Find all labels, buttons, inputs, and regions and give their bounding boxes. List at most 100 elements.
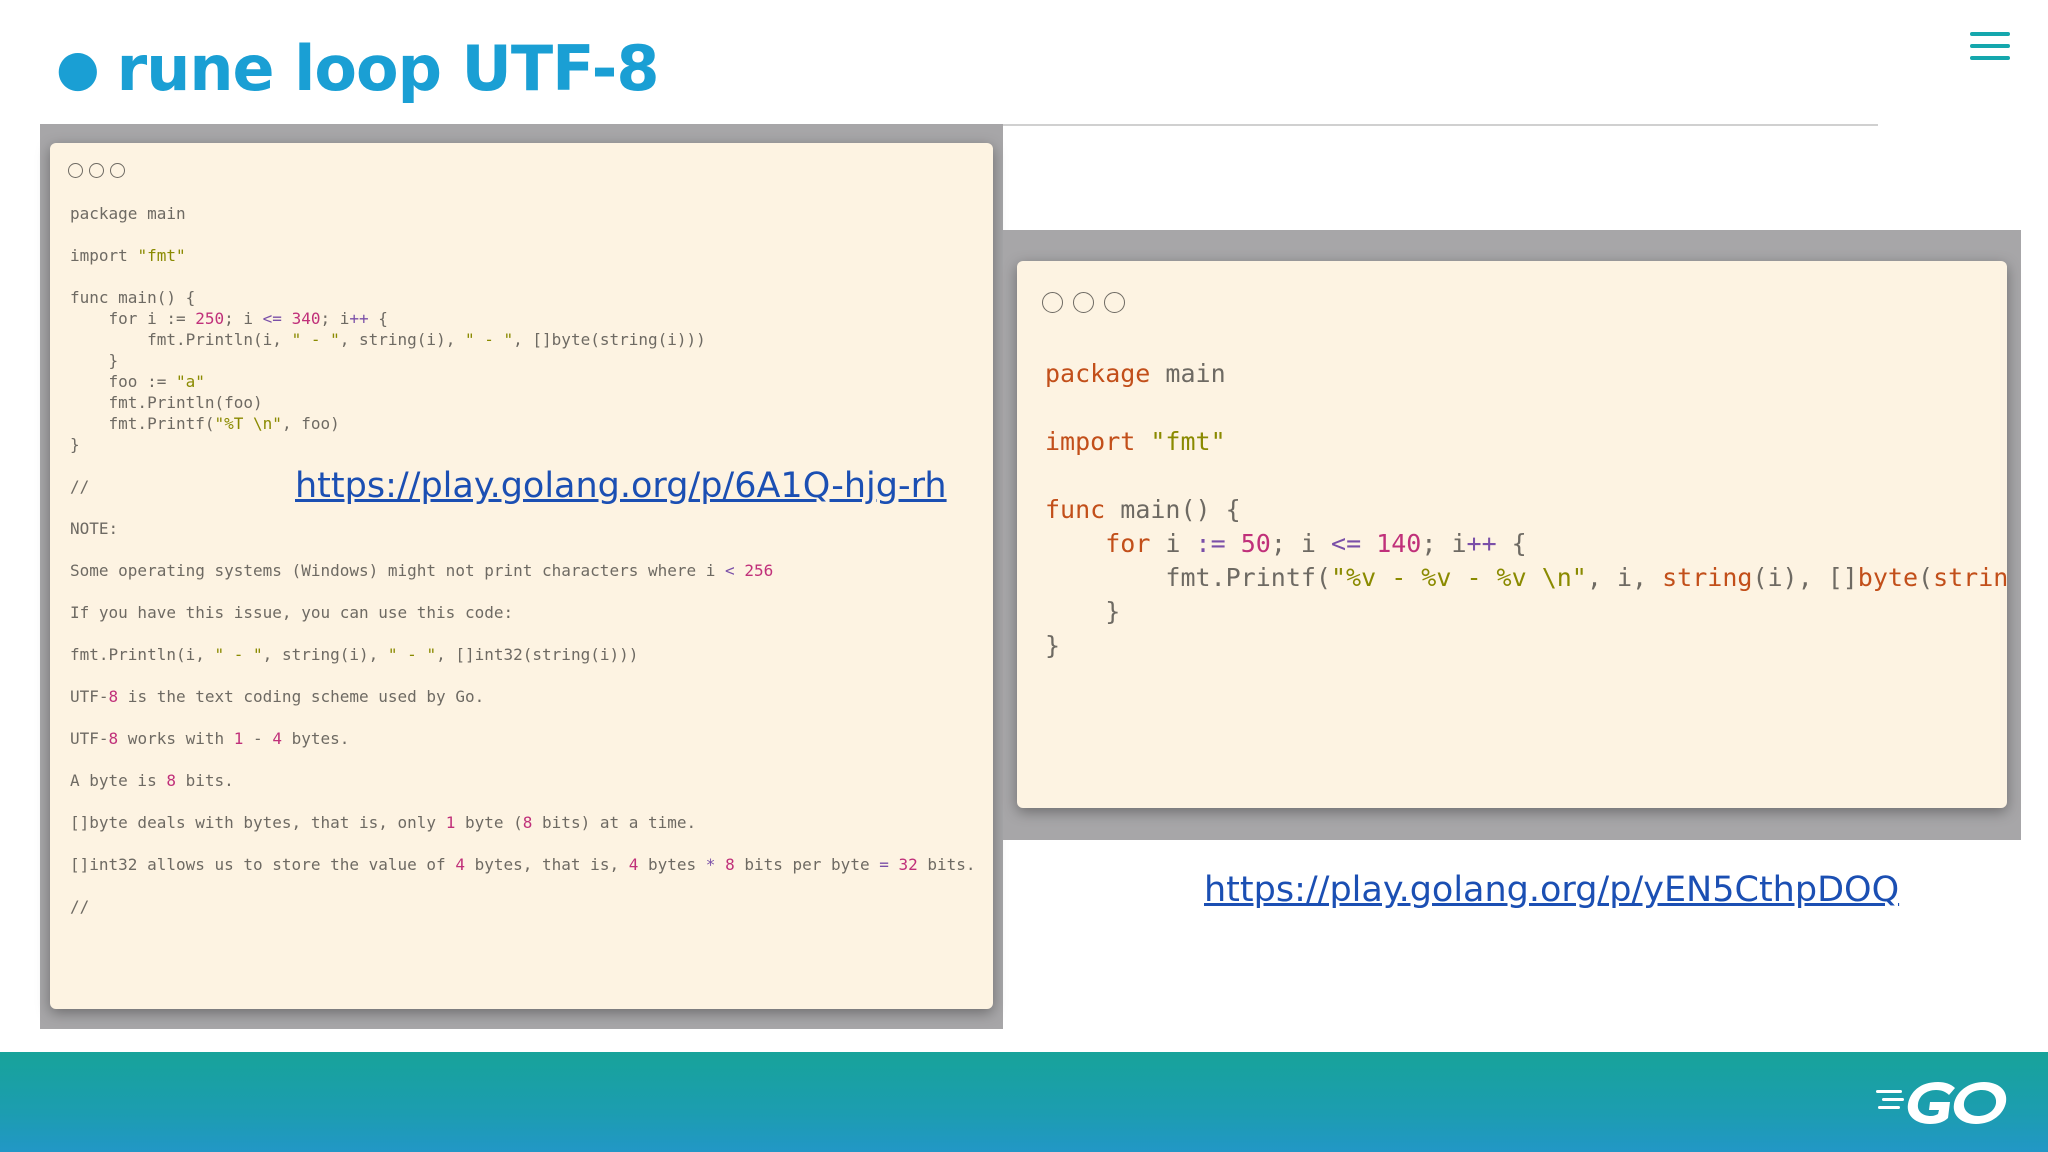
code-token: bits. (917, 855, 976, 874)
slide-title-text: rune loop UTF-8 (116, 31, 660, 105)
code-token: < (725, 561, 735, 580)
code-token: works with (118, 729, 234, 748)
code-token: []int32 allows us to store the value of (70, 855, 456, 874)
code-token: <= (262, 309, 282, 328)
code-line: A byte is 8 bits. (70, 770, 976, 791)
code-token: 8 (725, 855, 735, 874)
code-token: } (1045, 631, 1061, 660)
code-token: UTF- (70, 687, 109, 706)
code-token: // (70, 477, 90, 496)
code-token: bytes, that is, (464, 855, 629, 874)
footer-bar (0, 1052, 2048, 1152)
code-token: , string(i), (262, 645, 388, 664)
code-token: UTF- (70, 729, 109, 748)
code-token: { (1496, 529, 1527, 558)
code-token: If you have this issue, you can use this… (70, 603, 514, 622)
code-token: NOTE: (70, 519, 119, 538)
code-token: fmt.Println(i, (70, 645, 215, 664)
code-line: } (1045, 595, 2007, 629)
code-line: import "fmt" (70, 245, 976, 266)
code-token: fmt.Printf( (1045, 563, 1331, 592)
code-token: 8 (108, 687, 119, 706)
right-code-block: package main import "fmt" func main() { … (1045, 357, 2007, 663)
code-token: - (243, 729, 273, 748)
code-line: fmt.Println(foo) (70, 392, 976, 413)
code-token: for (1105, 529, 1151, 558)
code-token: , foo) (281, 414, 340, 433)
code-token: " - " (387, 645, 437, 664)
code-line: fmt.Println(i, " - ", string(i), " - ", … (70, 329, 976, 350)
code-token: bytes. (281, 729, 350, 748)
code-line: import "fmt" (1045, 425, 2007, 459)
code-token: package main (70, 204, 186, 223)
code-line: UTF-8 is the text coding scheme used by … (70, 686, 976, 707)
bullet-icon: ● (56, 39, 100, 97)
code-token: } (1045, 597, 1121, 626)
right-playground-link[interactable]: https://play.golang.org/p/yEN5CthpDOQ (1204, 870, 1899, 910)
code-token: <= (1331, 529, 1362, 558)
code-token: bits per byte (734, 855, 880, 874)
code-token: 4 (272, 729, 282, 748)
code-token: foo := (70, 372, 176, 391)
code-token: "fmt" (137, 246, 186, 265)
code-line: } (1045, 629, 2007, 663)
code-token: main() { (1105, 495, 1241, 524)
code-token: "fmt" (1150, 427, 1226, 456)
code-token: 340 (291, 309, 321, 328)
code-token: is the text coding scheme used by Go. (118, 687, 485, 706)
code-token: " - " (464, 330, 514, 349)
code-line: for i := 250; i <= 340; i++ { (70, 308, 976, 329)
window-dots-icon (68, 163, 125, 178)
code-line: fmt.Printf("%T \n", foo) (70, 413, 976, 434)
left-code-window: package main import "fmt" func main() { … (50, 143, 993, 1009)
code-token: 256 (744, 561, 774, 580)
code-token: ; i (1421, 529, 1467, 558)
code-token: ++ (1466, 529, 1497, 558)
code-line: NOTE: (70, 518, 976, 539)
code-token: " - " (291, 330, 340, 349)
code-token: "%T \n" (214, 414, 282, 433)
code-token: 4 (455, 855, 465, 874)
code-token: 1 (233, 729, 244, 748)
code-token: 1 (445, 813, 456, 832)
code-token: 32 (898, 855, 918, 874)
code-token: func (1045, 495, 1106, 524)
code-line: If you have this issue, you can use this… (70, 602, 976, 623)
code-token: bits) at a time. (532, 813, 697, 832)
code-token: byte (1857, 563, 1919, 592)
code-token: 8 (108, 729, 119, 748)
code-line: []int32 allows us to store the value of … (70, 854, 976, 875)
code-line: func main() { (70, 287, 976, 308)
code-token: ( (1918, 563, 1934, 592)
code-token: 4 (628, 855, 639, 874)
hamburger-menu-icon[interactable] (1970, 32, 2010, 62)
code-token: Some operating systems (Windows) might n… (70, 561, 726, 580)
code-token: for i := (70, 309, 196, 328)
code-token: []byte deals with bytes, that is, only (70, 813, 446, 832)
code-token: func main() { (70, 288, 196, 307)
code-token: 8 (166, 771, 176, 790)
code-token: string (1662, 563, 1753, 592)
code-token: , i, (1586, 563, 1663, 592)
code-token: , []byte(string(i))) (513, 330, 706, 349)
code-line: // (70, 896, 976, 917)
code-token: := (1195, 529, 1226, 558)
left-playground-link[interactable]: https://play.golang.org/p/6A1Q-hjg-rh (295, 466, 947, 506)
code-token: * (705, 855, 716, 874)
code-token: package (1045, 359, 1151, 388)
code-token: (i), [] (1752, 563, 1858, 592)
code-token: main (1150, 359, 1226, 388)
